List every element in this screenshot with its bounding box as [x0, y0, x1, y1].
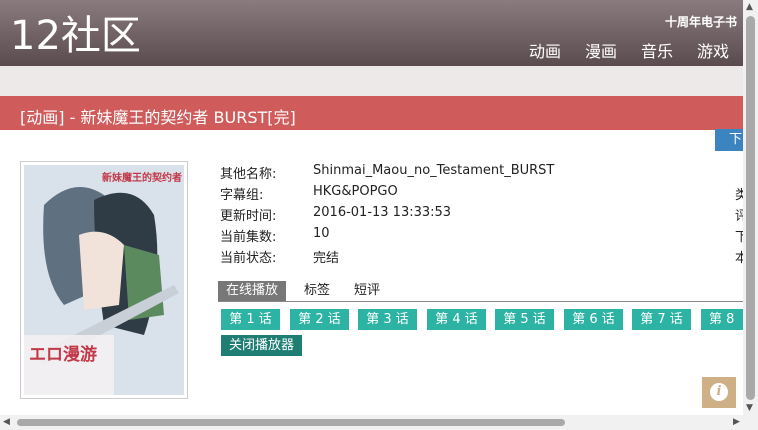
episode-button[interactable]: 第 2 话: [290, 309, 349, 330]
episode-button[interactable]: 第 7 话: [632, 309, 691, 330]
poster-artwork: エロ漫游 新妹魔王的契约者: [24, 165, 184, 395]
close-player-button[interactable]: 关闭播放器: [221, 335, 302, 356]
tagline-link[interactable]: 十周年电子书: [665, 13, 737, 30]
scroll-up-icon[interactable]: ▲: [746, 2, 753, 12]
info-icon: i: [710, 383, 728, 401]
info-button[interactable]: i: [702, 377, 736, 408]
page-title: [动画] - 新妹魔王的契约者 BURST[完]: [20, 108, 296, 127]
scroll-right-icon[interactable]: ▶: [733, 417, 740, 427]
episode-button[interactable]: 第 1 话: [221, 309, 280, 330]
site-header: 12社区 十周年电子书 动画 漫画 音乐 游戏: [0, 0, 743, 66]
nav-anime[interactable]: 动画: [529, 38, 561, 62]
site-logo[interactable]: 12社区: [10, 12, 141, 60]
nav-manga[interactable]: 漫画: [585, 38, 617, 62]
episode-button[interactable]: 第 6 话: [564, 309, 623, 330]
horizontal-scrollbar[interactable]: ◀ ▶: [0, 415, 758, 430]
header-spacer: [0, 66, 743, 96]
scroll-left-icon[interactable]: ◀: [3, 417, 10, 427]
vertical-scrollbar[interactable]: ▲ ▼: [743, 0, 758, 415]
content-tabs: 在线播放 标签 短评: [218, 281, 743, 302]
poster-subtitle: エロ漫游: [29, 344, 97, 365]
main-nav: 动画 漫画 音乐 游戏: [529, 38, 729, 62]
episode-button[interactable]: 第 4 话: [427, 309, 486, 330]
nav-games[interactable]: 游戏: [697, 38, 729, 62]
episode-button[interactable]: 第 3 话: [358, 309, 417, 330]
download-button[interactable]: 下: [715, 129, 743, 151]
vertical-scroll-thumb[interactable]: [746, 16, 755, 400]
episode-button[interactable]: 第 5 话: [495, 309, 554, 330]
episode-button[interactable]: 第 8 话: [701, 309, 743, 330]
horizontal-scroll-thumb[interactable]: [17, 419, 565, 426]
nav-music[interactable]: 音乐: [641, 38, 673, 62]
poster-title: 新妹魔王的契约者: [102, 171, 182, 184]
title-bar: [动画] - 新妹魔王的契约者 BURST[完]: [0, 96, 743, 130]
scroll-down-icon[interactable]: ▼: [746, 403, 753, 413]
tab-comments[interactable]: 短评: [346, 281, 388, 301]
tab-online-play[interactable]: 在线播放: [218, 281, 287, 301]
tab-tags[interactable]: 标签: [296, 281, 338, 301]
poster-image: エロ漫游 新妹魔王的契约者: [20, 161, 188, 399]
